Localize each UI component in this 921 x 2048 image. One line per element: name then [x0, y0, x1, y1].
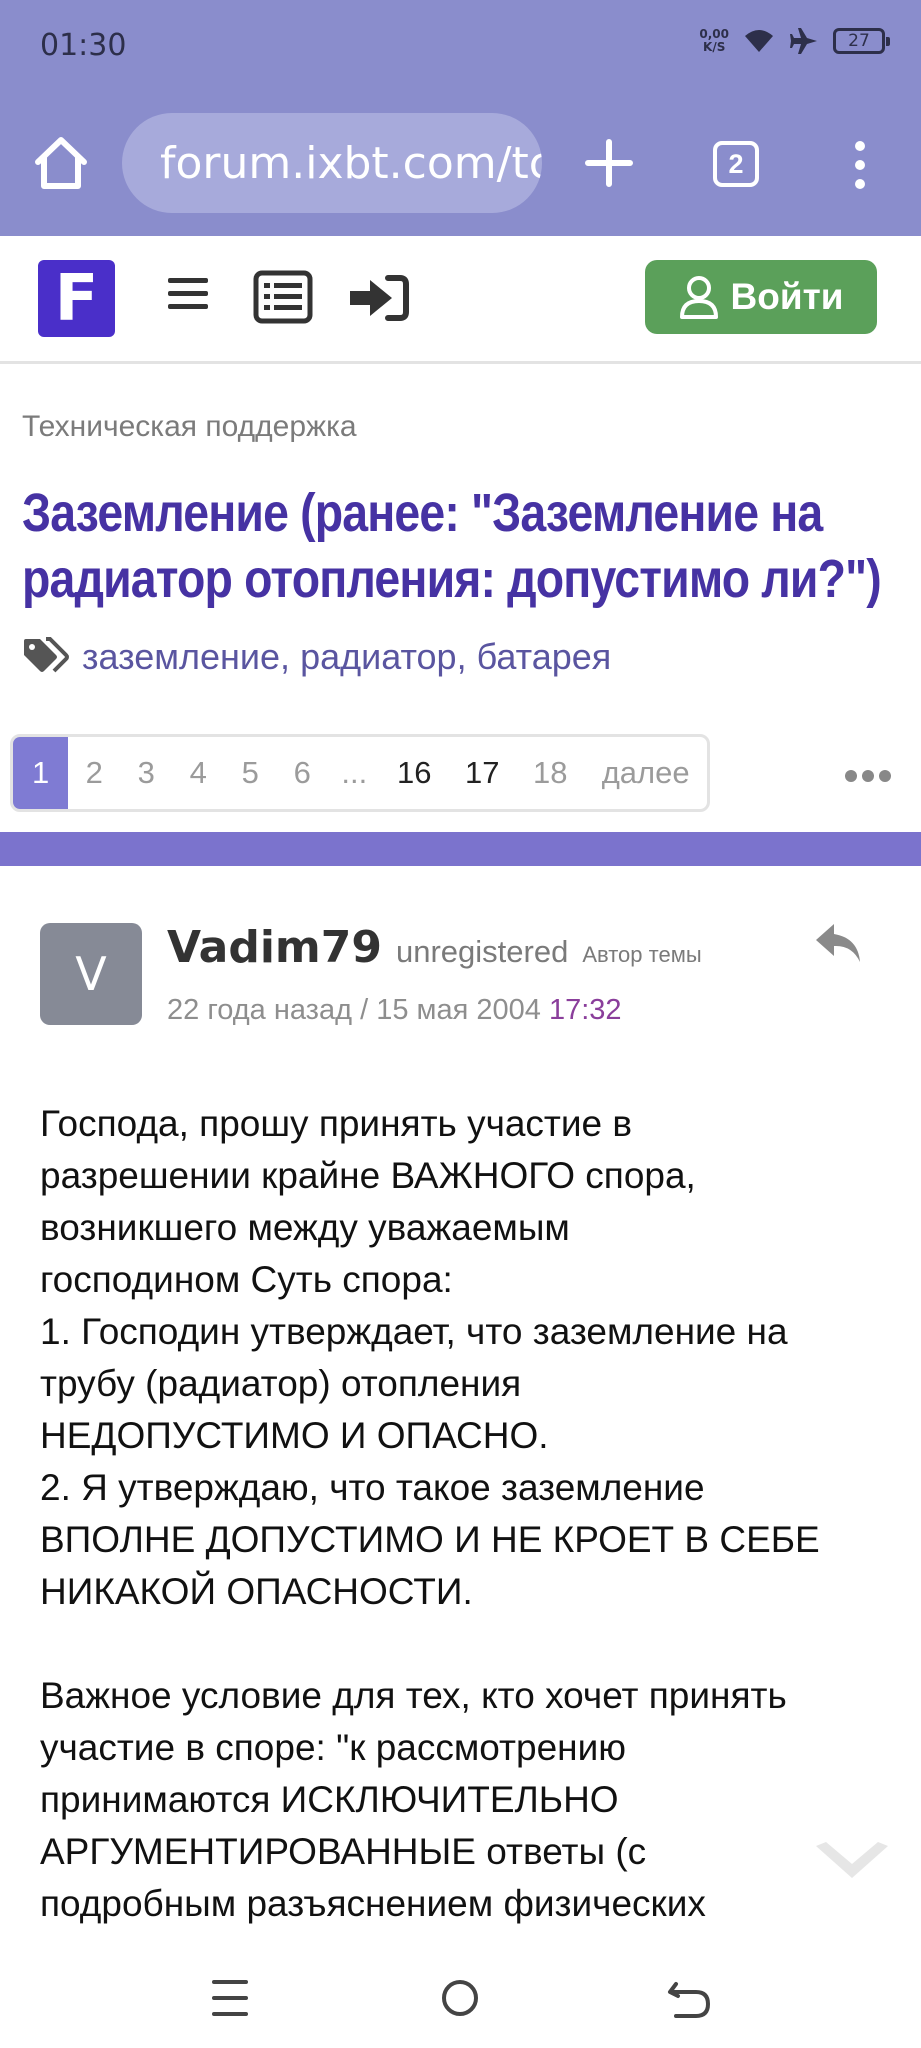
- sign-in-icon[interactable]: [348, 274, 410, 322]
- accent-divider: [0, 832, 921, 866]
- tag-link[interactable]: радиатор: [300, 636, 457, 677]
- page-link[interactable]: 18: [516, 737, 584, 809]
- network-speed: 0,00 K/S: [699, 27, 729, 54]
- new-tab-icon[interactable]: [580, 134, 638, 192]
- post-body-viewport: Господа, прошу принять участие в разреше…: [0, 1094, 921, 1928]
- post-author-line: Vadim79 unregistered Автор темы: [167, 922, 702, 973]
- breadcrumb[interactable]: Техническая поддержка: [22, 410, 357, 444]
- site-header: F Войти: [0, 236, 921, 364]
- hamburger-menu-icon[interactable]: [166, 272, 210, 316]
- status-icons: 0,00 K/S 27: [699, 26, 890, 56]
- page-link[interactable]: 4: [172, 737, 224, 809]
- post-time-link[interactable]: 17:32: [549, 994, 622, 1026]
- tag-link[interactable]: заземление: [82, 636, 280, 677]
- recent-apps-icon[interactable]: [200, 1968, 260, 2028]
- post-date: 22 года назад / 15 мая 2004 17:32: [167, 994, 622, 1026]
- system-nav-bar: [0, 1940, 921, 2048]
- site-logo[interactable]: F: [38, 260, 115, 337]
- topic-tags: заземление, радиатор, батарея: [22, 636, 611, 678]
- browser-chrome: 01:30 0,00 K/S 27 forum.ixbt.com/tc 2: [0, 0, 921, 236]
- page-link[interactable]: 2: [68, 737, 120, 809]
- login-button[interactable]: Войти: [645, 260, 877, 334]
- author-name[interactable]: Vadim79: [167, 922, 382, 973]
- url-text[interactable]: forum.ixbt.com/tc: [160, 138, 542, 189]
- airplane-icon: [790, 28, 817, 54]
- home-nav-icon[interactable]: [430, 1968, 490, 2028]
- avatar[interactable]: V: [40, 923, 142, 1025]
- page-link[interactable]: 6: [276, 737, 328, 809]
- more-vert-icon[interactable]: [850, 140, 870, 190]
- page-link[interactable]: 17: [448, 737, 516, 809]
- home-icon[interactable]: [30, 132, 92, 194]
- post-body: Господа, прошу принять участие в разреше…: [40, 1103, 820, 1924]
- login-label: Войти: [730, 276, 844, 317]
- topic-title: Заземление (ранее: "Заземление на радиат…: [22, 483, 882, 609]
- scroll-down-icon[interactable]: [812, 1838, 892, 1888]
- thread-options-icon[interactable]: [845, 770, 891, 782]
- reply-icon[interactable]: [812, 918, 864, 970]
- address-bar[interactable]: forum.ixbt.com/tc: [122, 113, 542, 213]
- wifi-icon: [745, 30, 773, 52]
- page-link[interactable]: 16: [380, 737, 448, 809]
- list-view-icon[interactable]: [253, 270, 313, 324]
- author-role-badge: Автор темы: [582, 942, 702, 967]
- page-ellipsis[interactable]: ...: [328, 737, 380, 809]
- author-status: unregistered: [396, 934, 569, 969]
- tag-link[interactable]: батарея: [477, 636, 612, 677]
- battery-indicator: 27: [833, 28, 890, 54]
- back-nav-icon[interactable]: [660, 1968, 720, 2028]
- pagination: 1 2 3 4 5 6 ... 16 17 18 далее: [10, 734, 710, 812]
- page-link[interactable]: 5: [224, 737, 276, 809]
- tags-icon: [24, 637, 69, 673]
- page-link[interactable]: 3: [120, 737, 172, 809]
- tab-switcher-button[interactable]: 2: [713, 141, 759, 187]
- user-icon: [679, 276, 718, 319]
- page-link-current[interactable]: 1: [13, 737, 69, 809]
- page-next-link[interactable]: далее: [584, 737, 707, 809]
- status-time: 01:30: [40, 28, 127, 63]
